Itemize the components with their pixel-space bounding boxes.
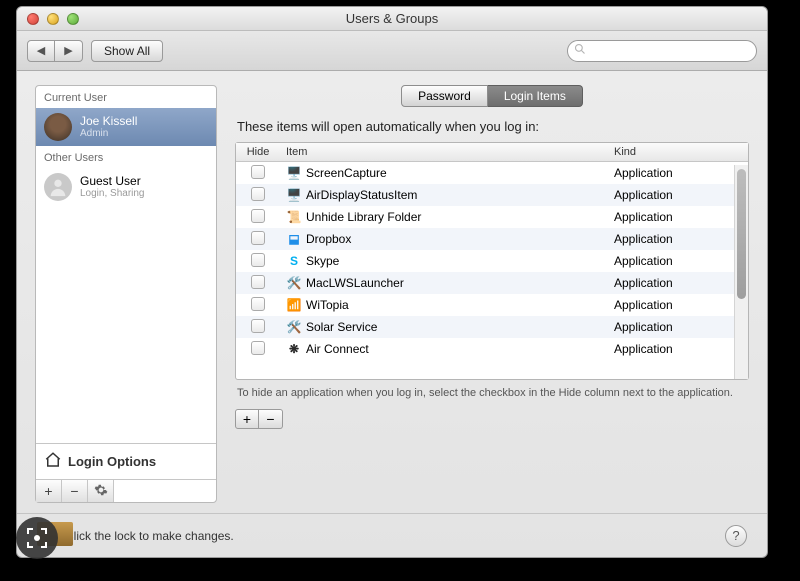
script-icon: 📜 <box>286 209 302 225</box>
table-row[interactable]: 📜 Unhide Library Folder Application <box>236 206 748 228</box>
item-kind: Application <box>608 317 748 337</box>
service-icon: 🛠️ <box>286 319 302 335</box>
remove-user-button[interactable]: − <box>62 480 88 502</box>
help-button[interactable]: ? <box>725 525 747 547</box>
item-kind: Application <box>608 273 748 293</box>
user-role-label: Login, Sharing <box>80 188 145 199</box>
hide-checkbox[interactable] <box>251 253 265 267</box>
window-title: Users & Groups <box>17 11 767 26</box>
main-pane: Password Login Items These items will op… <box>235 85 749 503</box>
table-row[interactable]: 🖥️ AirDisplayStatusItem Application <box>236 184 748 206</box>
item-name: ScreenCapture <box>306 166 387 180</box>
login-options-label: Login Options <box>68 454 156 469</box>
table-row[interactable]: 🖥️ ScreenCapture Application <box>236 162 748 184</box>
hide-checkbox[interactable] <box>251 319 265 333</box>
hide-checkbox[interactable] <box>251 165 265 179</box>
home-icon <box>44 451 62 472</box>
item-name: WiTopia <box>306 298 349 312</box>
column-kind[interactable]: Kind <box>608 143 748 161</box>
show-all-button[interactable]: Show All <box>91 40 163 62</box>
item-name: Unhide Library Folder <box>306 210 421 224</box>
item-name: MacLWSLauncher <box>306 276 404 290</box>
display-icon: 🖥️ <box>286 187 302 203</box>
users-sidebar: Current User Joe Kissell Admin Other Use… <box>35 85 217 503</box>
tab-login-items[interactable]: Login Items <box>488 85 583 107</box>
item-name: Solar Service <box>306 320 377 334</box>
launcher-icon: 🛠️ <box>286 275 302 291</box>
item-kind: Application <box>608 251 748 271</box>
instruction-text: These items will open automatically when… <box>237 119 749 134</box>
dropbox-icon: ⬓ <box>286 231 302 247</box>
footer: Click the lock to make changes. ? <box>17 513 767 557</box>
hide-checkbox[interactable] <box>251 231 265 245</box>
hint-text: To hide an application when you log in, … <box>237 386 747 401</box>
scrollbar-thumb[interactable] <box>737 169 746 299</box>
add-user-button[interactable]: + <box>36 480 62 502</box>
search-field[interactable] <box>567 40 757 62</box>
item-kind: Application <box>608 163 748 183</box>
login-items-table: Hide Item Kind 🖥️ ScreenCapture Applicatio… <box>235 142 749 380</box>
display-icon: 🖥️ <box>286 165 302 181</box>
add-login-item-button[interactable]: + <box>235 409 259 429</box>
user-name-label: Guest User <box>80 175 145 188</box>
gear-icon <box>94 483 108 500</box>
column-item[interactable]: Item <box>280 143 608 161</box>
user-action-menu[interactable] <box>88 480 114 502</box>
login-options-button[interactable]: Login Options <box>36 443 216 479</box>
item-name: AirDisplayStatusItem <box>306 188 417 202</box>
tab-password[interactable]: Password <box>401 85 488 107</box>
table-row[interactable]: 🛠️ Solar Service Application <box>236 316 748 338</box>
hide-checkbox[interactable] <box>251 297 265 311</box>
user-name-label: Joe Kissell <box>80 115 137 128</box>
user-avatar-icon <box>44 113 72 141</box>
item-kind: Application <box>608 229 748 249</box>
skype-icon: S <box>286 253 302 269</box>
item-name: Air Connect <box>306 342 369 356</box>
login-items-buttons: + − <box>235 409 749 429</box>
hide-checkbox[interactable] <box>251 341 265 355</box>
user-role-label: Admin <box>80 128 137 139</box>
current-user-header: Current User <box>36 86 216 108</box>
titlebar: Users & Groups <box>17 7 767 31</box>
table-header: Hide Item Kind <box>236 143 748 162</box>
nav-segmented: ◀ ▶ <box>27 40 83 62</box>
item-name: Skype <box>306 254 339 268</box>
table-row[interactable]: 🛠️ MacLWSLauncher Application <box>236 272 748 294</box>
toolbar: ◀ ▶ Show All <box>17 31 767 71</box>
table-row[interactable]: 📶 WiTopia Application <box>236 294 748 316</box>
hide-checkbox[interactable] <box>251 209 265 223</box>
item-name: Dropbox <box>306 232 351 246</box>
hide-checkbox[interactable] <box>251 275 265 289</box>
lock-text: Click the lock to make changes. <box>65 529 234 543</box>
wifi-icon: 📶 <box>286 297 302 313</box>
fan-icon: ❋ <box>286 341 302 357</box>
hide-checkbox[interactable] <box>251 187 265 201</box>
item-kind: Application <box>608 207 748 227</box>
back-button[interactable]: ◀ <box>27 40 55 62</box>
table-body: 🖥️ ScreenCapture Application 🖥️ AirDisplaySt… <box>236 162 748 379</box>
column-hide[interactable]: Hide <box>236 143 280 161</box>
item-kind: Application <box>608 185 748 205</box>
guest-avatar-icon <box>44 173 72 201</box>
scrollbar[interactable] <box>734 165 748 379</box>
other-users-header: Other Users <box>36 146 216 168</box>
sidebar-footer: + − <box>36 479 216 502</box>
search-icon <box>574 43 590 58</box>
forward-button[interactable]: ▶ <box>55 40 83 62</box>
table-row[interactable]: S Skype Application <box>236 250 748 272</box>
table-row[interactable]: ⬓ Dropbox Application <box>236 228 748 250</box>
sidebar-item-guest-user[interactable]: Guest User Login, Sharing <box>36 168 216 206</box>
item-kind: Application <box>608 295 748 315</box>
tab-bar: Password Login Items <box>235 85 749 107</box>
sidebar-item-current-user[interactable]: Joe Kissell Admin <box>36 108 216 146</box>
lens-overlay-icon[interactable] <box>16 517 58 559</box>
remove-login-item-button[interactable]: − <box>259 409 283 429</box>
preferences-window: Users & Groups ◀ ▶ Show All Current User… <box>16 6 768 558</box>
search-input[interactable] <box>590 44 750 58</box>
item-kind: Application <box>608 339 748 359</box>
table-row[interactable]: ❋ Air Connect Application <box>236 338 748 360</box>
